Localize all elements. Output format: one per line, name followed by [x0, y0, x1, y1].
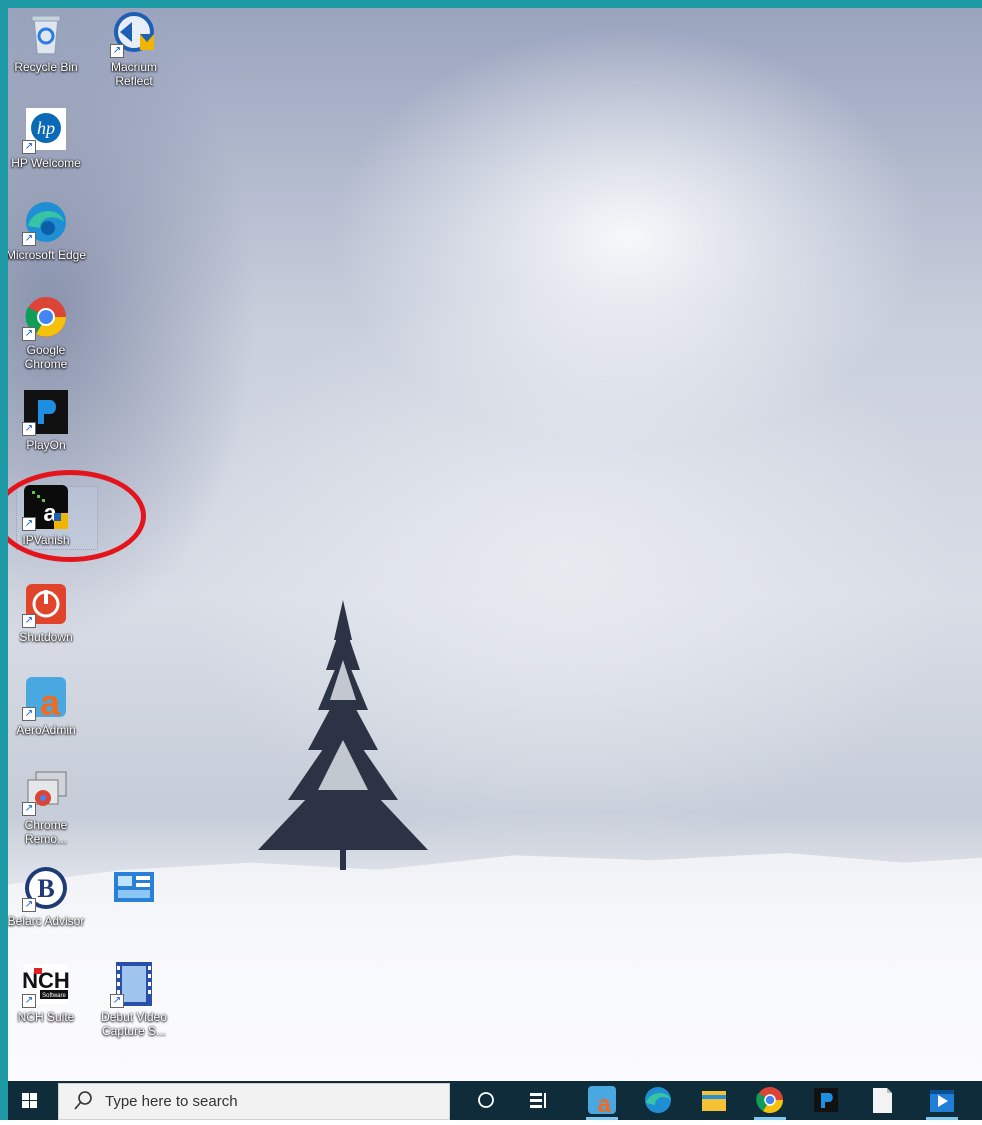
svg-text:hp: hp	[37, 118, 55, 138]
icon-label: Belarc Advisor	[8, 914, 85, 928]
search-icon	[74, 1091, 92, 1110]
file-explorer-icon	[702, 1091, 726, 1111]
shortcut-arrow-icon: ↗	[110, 44, 124, 58]
shortcut-arrow-icon: ↗	[22, 898, 36, 912]
desktop-icon-chrome-remote-desktop[interactable]: ↗ Chrome Remo...	[8, 768, 88, 846]
windows-logo-icon	[22, 1093, 37, 1108]
icon-label: PlayOn	[26, 438, 66, 452]
icon-label: AeroAdmin	[16, 723, 76, 737]
icon-label: Shutdown	[19, 630, 73, 644]
notepad-icon	[873, 1088, 892, 1113]
ipvanish-icon: a ↗	[22, 483, 70, 531]
icon-label: Chrome Remo...	[24, 818, 68, 846]
screenshot-frame: Recycle Bin ↗ Macrium Reflect hp ↗ HP We…	[0, 0, 982, 1120]
taskbar-edge[interactable]	[636, 1081, 680, 1120]
taskbar-chrome[interactable]	[748, 1081, 792, 1120]
desktop-icon-belarc-advisor[interactable]: B ↗ Belarc Advisor	[8, 864, 88, 928]
chrome-icon: ↗	[22, 293, 70, 341]
search-placeholder: Type here to search	[105, 1093, 238, 1110]
taskbar-file-explorer[interactable]	[692, 1081, 736, 1120]
icon-label: Google Chrome	[24, 343, 68, 371]
cortana-icon	[478, 1092, 494, 1108]
desktop-icon-debut-video-capture[interactable]: ↗ Debut Video Capture S...	[92, 960, 176, 1038]
shortcut-arrow-icon: ↗	[22, 994, 36, 1008]
playon-icon: ↗	[22, 388, 70, 436]
icon-label: Microsoft Edge	[8, 248, 87, 262]
icon-label: Debut Video Capture S...	[101, 1010, 167, 1038]
chrome-remote-desktop-icon: ↗	[22, 768, 70, 816]
shortcut-arrow-icon: ↗	[22, 232, 36, 246]
svg-text:NCH: NCH	[22, 968, 70, 993]
svg-text:B: B	[37, 874, 54, 903]
icon-label: Recycle Bin	[14, 60, 78, 74]
nch-suite-icon: NCH Software ↗	[22, 960, 70, 1008]
desktop-icon-ipvanish[interactable]: a ↗ IPVanish	[8, 483, 88, 547]
desktop[interactable]: Recycle Bin ↗ Macrium Reflect hp ↗ HP We…	[8, 8, 982, 1081]
chrome-icon	[756, 1087, 784, 1114]
wallpaper-tree	[258, 600, 428, 870]
shortcut-arrow-icon: ↗	[22, 707, 36, 721]
icon-label: IPVanish	[22, 533, 70, 547]
icon-label: HP Welcome	[11, 156, 81, 170]
macrium-reflect-icon: ↗	[110, 10, 158, 58]
icon-label: Macrium Reflect	[110, 60, 157, 88]
playon-icon	[814, 1088, 838, 1112]
debut-video-capture-icon: ↗	[110, 960, 158, 1008]
task-view-button[interactable]	[516, 1081, 560, 1120]
belarc-advisor-icon: B ↗	[22, 864, 70, 912]
hp-welcome-icon: hp ↗	[22, 106, 70, 154]
shortcut-arrow-icon: ↗	[22, 140, 36, 154]
taskbar: Type here to search a	[8, 1081, 982, 1120]
desktop-icon-aeroadmin[interactable]: a ↗ AeroAdmin	[8, 673, 88, 737]
taskbar-movies-tv[interactable]	[920, 1081, 964, 1120]
desktop-icon-microsoft-edge[interactable]: ↗ Microsoft Edge	[8, 198, 88, 262]
desktop-icon-shutdown[interactable]: ↗ Shutdown	[8, 580, 88, 644]
recycle-bin-icon	[22, 10, 70, 58]
shortcut-arrow-icon: ↗	[22, 802, 36, 816]
desktop-icon-playon[interactable]: ↗ PlayOn	[8, 388, 88, 452]
taskbar-playon[interactable]	[804, 1081, 848, 1120]
desktop-icon-recycle-bin[interactable]: Recycle Bin	[8, 10, 88, 74]
search-box[interactable]: Type here to search	[58, 1083, 450, 1120]
cortana-button[interactable]	[464, 1081, 508, 1120]
desktop-icon-control-panel[interactable]	[92, 864, 176, 912]
shortcut-arrow-icon: ↗	[22, 327, 36, 341]
svg-text:a: a	[597, 1091, 611, 1118]
shortcut-arrow-icon: ↗	[22, 422, 36, 436]
desktop-icon-nch-suite[interactable]: NCH Software ↗ NCH Suite	[8, 960, 88, 1024]
start-button[interactable]	[8, 1081, 52, 1120]
control-panel-icon	[110, 864, 158, 912]
shortcut-arrow-icon: ↗	[110, 994, 124, 1008]
aeroadmin-icon: a	[588, 1086, 616, 1118]
task-view-icon	[530, 1093, 546, 1108]
edge-icon	[645, 1087, 671, 1113]
icon-label: NCH Suite	[17, 1010, 75, 1024]
desktop-icon-google-chrome[interactable]: ↗ Google Chrome	[8, 293, 88, 371]
svg-text:Software: Software	[42, 993, 66, 999]
taskbar-aeroadmin[interactable]: a	[580, 1081, 624, 1120]
shutdown-icon: ↗	[22, 580, 70, 628]
taskbar-notepad[interactable]	[860, 1081, 904, 1120]
desktop-icon-macrium-reflect[interactable]: ↗ Macrium Reflect	[92, 10, 176, 88]
shortcut-arrow-icon: ↗	[22, 614, 36, 628]
movies-tv-icon	[930, 1090, 954, 1112]
desktop-icon-hp-welcome[interactable]: hp ↗ HP Welcome	[8, 106, 88, 170]
edge-icon: ↗	[22, 198, 70, 246]
svg-text:a: a	[40, 682, 61, 721]
aeroadmin-icon: a ↗	[22, 673, 70, 723]
shortcut-arrow-icon: ↗	[22, 517, 36, 531]
